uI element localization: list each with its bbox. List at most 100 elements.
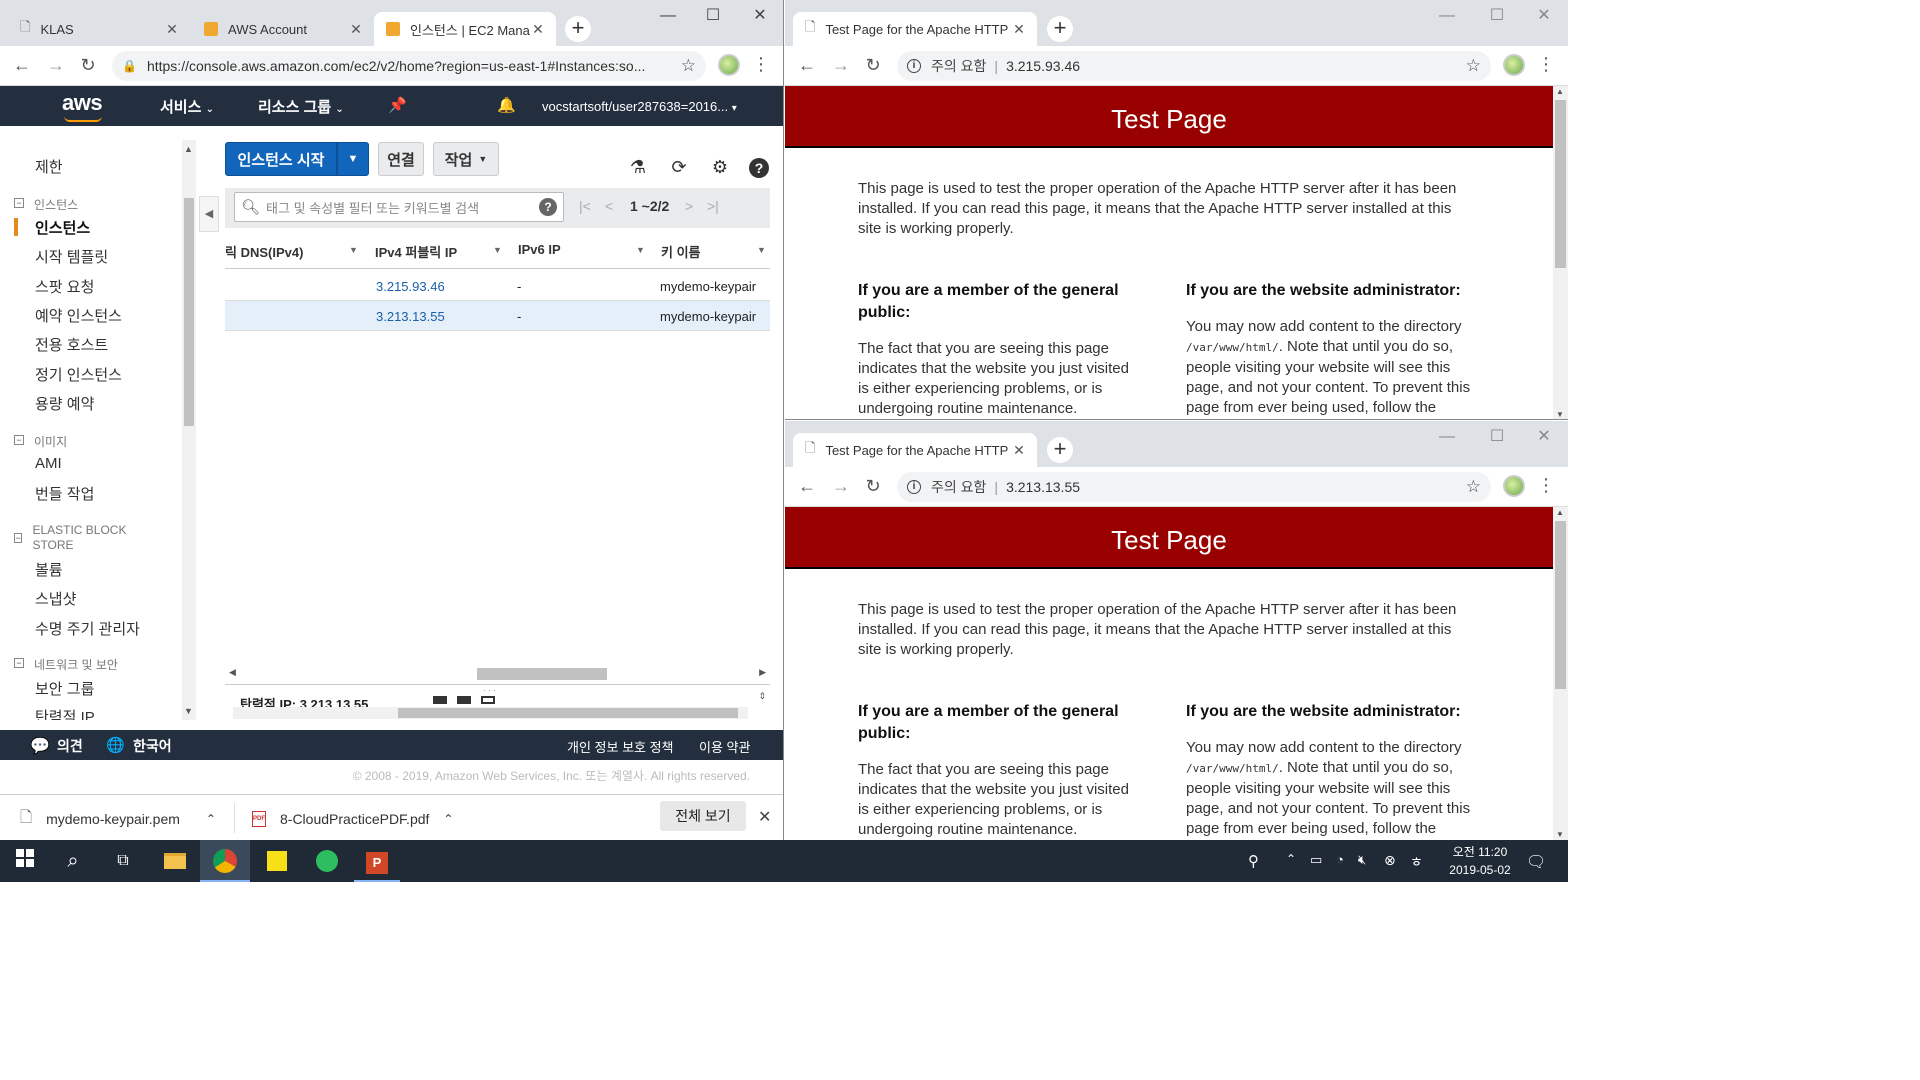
scroll-down-icon[interactable]: ▼ bbox=[1556, 410, 1564, 419]
sidebar-scrollbar[interactable]: ▲ ▼ bbox=[182, 140, 196, 720]
reload-icon[interactable]: ↻ bbox=[72, 55, 104, 76]
minimize-button[interactable]: — bbox=[1424, 4, 1470, 28]
menu-kebab-icon[interactable]: ⋮ bbox=[1537, 475, 1555, 496]
minimize-button[interactable]: — bbox=[1424, 425, 1470, 449]
sidebar-item-elastic-ip[interactable]: 탄력적 IP bbox=[35, 706, 95, 720]
new-tab-button[interactable]: + bbox=[1047, 437, 1073, 463]
maximize-button[interactable]: ☐ bbox=[1474, 425, 1520, 449]
column-header-ipv4[interactable]: IPv4 퍼블릭 IP ▼ bbox=[375, 242, 502, 261]
collapse-icon[interactable]: − bbox=[14, 533, 23, 543]
extension-icon[interactable] bbox=[718, 54, 740, 76]
close-tab-icon[interactable]: ✕ bbox=[1011, 21, 1027, 38]
refresh-icon[interactable]: ⟳ bbox=[668, 157, 690, 178]
close-tab-icon[interactable]: ✕ bbox=[164, 21, 180, 38]
sidebar-item-spot-requests[interactable]: 스팟 요청 bbox=[35, 276, 94, 297]
scroll-down-icon[interactable]: ▼ bbox=[184, 706, 193, 716]
file-explorer-icon[interactable] bbox=[160, 848, 190, 874]
scroll-thumb[interactable] bbox=[1555, 100, 1566, 268]
forward-icon[interactable]: → bbox=[825, 476, 857, 497]
last-page-icon[interactable]: >| bbox=[707, 198, 719, 214]
column-header-public-dns[interactable]: 릭 DNS(IPv4) ▼ bbox=[225, 242, 358, 261]
search-input[interactable]: 🔍︎ 태그 및 속성별 필터 또는 키워드별 검색 ? bbox=[234, 192, 564, 222]
info-icon[interactable]: i bbox=[907, 480, 921, 494]
forward-icon[interactable]: → bbox=[825, 55, 857, 76]
launch-dropdown-caret[interactable]: ▼ bbox=[337, 142, 369, 176]
sidebar-item-instances[interactable]: 인스턴스 bbox=[35, 217, 90, 238]
sidebar-group-ebs[interactable]: − ELASTIC BLOCK STORE bbox=[14, 523, 144, 553]
launch-instance-button[interactable]: 인스턴스 시작 bbox=[225, 142, 337, 176]
url-field[interactable]: i 주의 요함 | 3.215.93.46 ☆ bbox=[897, 51, 1491, 81]
scroll-right-icon[interactable]: ▶ bbox=[759, 667, 766, 678]
ime-icon[interactable]: ㅎ bbox=[1410, 852, 1423, 872]
drag-handle-icon[interactable]: ··· bbox=[483, 685, 498, 695]
back-icon[interactable]: ← bbox=[6, 55, 38, 76]
maximize-button[interactable]: ☐ bbox=[1474, 4, 1520, 28]
sidebar-item-snapshots[interactable]: 스냅샷 bbox=[35, 588, 76, 609]
actions-button[interactable]: 작업 ▼ bbox=[433, 142, 499, 176]
sidebar-item-launch-templates[interactable]: 시작 템플릿 bbox=[35, 246, 108, 267]
column-header-key-name[interactable]: 키 이름 ▼ bbox=[661, 242, 766, 261]
resource-groups-menu[interactable]: 리소스 그룹 ⌄ bbox=[258, 96, 344, 117]
next-page-icon[interactable]: > bbox=[685, 198, 693, 214]
chat-bubble-icon[interactable]: 💬 bbox=[30, 736, 50, 756]
battery-icon[interactable]: ▭ bbox=[1310, 852, 1322, 868]
forward-icon[interactable]: → bbox=[40, 55, 72, 76]
info-icon[interactable]: i bbox=[907, 59, 921, 73]
sort-caret-icon[interactable]: ▼ bbox=[349, 245, 358, 255]
scroll-thumb[interactable] bbox=[477, 668, 607, 680]
system-clock[interactable]: 오전 11:20 2019-05-02 bbox=[1440, 843, 1520, 879]
scroll-left-icon[interactable]: ◀ bbox=[229, 667, 236, 678]
table-row-selected[interactable]: 3.213.13.55 - mydemo-keypair bbox=[225, 301, 770, 331]
close-tab-icon[interactable]: ✕ bbox=[1011, 442, 1027, 459]
ipv4-cell[interactable]: 3.213.13.55 bbox=[376, 309, 445, 324]
first-page-icon[interactable]: |< bbox=[579, 198, 591, 214]
close-circle-icon[interactable]: ⊗ bbox=[1384, 852, 1396, 869]
help-icon[interactable]: ? bbox=[749, 158, 769, 178]
scroll-up-icon[interactable]: ▲ bbox=[184, 144, 193, 154]
scroll-arrows-icon[interactable]: ⇕ bbox=[758, 691, 766, 702]
table-horizontal-scrollbar[interactable]: ◀ ▶ bbox=[225, 666, 770, 682]
bookmark-star-icon[interactable]: ☆ bbox=[681, 56, 696, 76]
sidebar-item-ami[interactable]: AMI bbox=[35, 455, 62, 472]
account-menu[interactable]: vocstartsoft/user287638=2016... ▾ bbox=[542, 99, 737, 114]
chrome-taskbar-button[interactable] bbox=[200, 840, 250, 882]
powerpoint-icon[interactable]: P bbox=[362, 848, 392, 874]
notifications-icon[interactable]: 🗨 bbox=[1526, 852, 1546, 872]
scroll-down-icon[interactable]: ▼ bbox=[1556, 830, 1564, 839]
sort-caret-icon[interactable]: ▼ bbox=[636, 245, 645, 255]
extension-icon[interactable] bbox=[1503, 475, 1525, 497]
language-selector[interactable]: 한국어 bbox=[133, 736, 172, 756]
aws-logo[interactable]: aws bbox=[62, 90, 103, 122]
scroll-up-icon[interactable]: ▲ bbox=[1556, 508, 1564, 517]
download-item[interactable]: 🗋 mydemo-keypair.pem ⌃ bbox=[20, 803, 216, 835]
bookmark-star-icon[interactable]: ☆ bbox=[1466, 477, 1481, 497]
sidebar-item-scheduled[interactable]: 정기 인스턴스 bbox=[35, 364, 122, 385]
url-field[interactable]: i 주의 요함 | 3.213.13.55 ☆ bbox=[897, 472, 1491, 502]
reload-icon[interactable]: ↻ bbox=[857, 55, 889, 76]
reload-icon[interactable]: ↻ bbox=[857, 476, 889, 497]
sidebar-group-network[interactable]: − 네트워크 및 보안 bbox=[14, 656, 118, 673]
new-tab-button[interactable]: + bbox=[565, 16, 591, 42]
prev-page-icon[interactable]: < bbox=[605, 198, 613, 214]
sidebar-item-volumes[interactable]: 볼륨 bbox=[35, 559, 63, 580]
url-field[interactable]: 🔒 https://console.aws.amazon.com/ec2/v2/… bbox=[112, 51, 706, 81]
close-download-bar-icon[interactable]: ✕ bbox=[758, 807, 771, 827]
sort-caret-icon[interactable]: ▼ bbox=[493, 245, 502, 255]
flask-icon[interactable]: ⚗ bbox=[627, 157, 649, 178]
wifi-icon[interactable]: ◔ bbox=[1336, 852, 1344, 867]
sidebar-item-security-groups[interactable]: 보안 그룹 bbox=[35, 678, 94, 699]
connect-button[interactable]: 연결 bbox=[378, 142, 424, 176]
pane-layout-icon[interactable] bbox=[481, 696, 495, 704]
pin-icon[interactable]: 📌 bbox=[388, 96, 407, 114]
table-row[interactable]: 3.215.93.46 - mydemo-keypair bbox=[225, 271, 770, 301]
sidebar-item-dedicated-hosts[interactable]: 전용 호스트 bbox=[35, 334, 108, 355]
show-all-downloads-button[interactable]: 전체 보기 bbox=[660, 801, 746, 831]
sidebar-item-lifecycle[interactable]: 수명 주기 관리자 bbox=[35, 618, 140, 639]
sidebar-item-reserved[interactable]: 예약 인스턴스 bbox=[35, 305, 122, 326]
ipv4-cell[interactable]: 3.215.93.46 bbox=[376, 279, 445, 294]
tab-klas[interactable]: 🗋 KLAS ✕ bbox=[8, 12, 190, 46]
collapse-icon[interactable]: − bbox=[14, 435, 24, 445]
menu-kebab-icon[interactable]: ⋮ bbox=[752, 54, 770, 75]
extension-icon[interactable] bbox=[1503, 54, 1525, 76]
back-icon[interactable]: ← bbox=[791, 55, 823, 76]
